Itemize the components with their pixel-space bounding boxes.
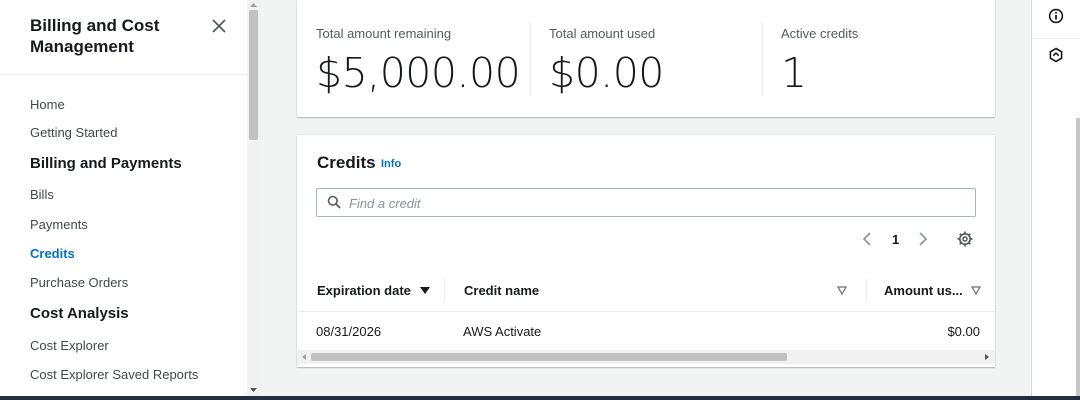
hexagon-icon[interactable]: [1048, 47, 1064, 63]
column-header-label: Credit name: [464, 283, 540, 298]
nav-item-cost-explorer[interactable]: Cost Explorer: [30, 338, 109, 353]
nav-item-bills[interactable]: Bills: [30, 187, 54, 202]
column-header-amount-used[interactable]: Amount us...: [884, 283, 963, 298]
table-horizontal-scrollbar[interactable]: [297, 350, 995, 364]
close-navigation-button[interactable]: [208, 15, 230, 37]
stat-value: $5,000.00: [316, 49, 521, 97]
credit-search-input[interactable]: [347, 192, 951, 214]
credits-table-card: Credits Info 1 Expiration date Credit na…: [297, 135, 995, 367]
column-header-credit-name[interactable]: Credit name: [464, 283, 539, 298]
stat-active-credits: Active credits 1: [781, 26, 858, 97]
nav-item-payments[interactable]: Payments: [30, 217, 88, 232]
scroll-down-arrow-icon[interactable]: [249, 386, 258, 394]
cell-amount-used: $0.00: [947, 324, 980, 339]
sidebar-title: Billing and Cost Management: [30, 16, 160, 56]
footer-bar: [0, 396, 1080, 400]
table-scrollbar-thumb[interactable]: [311, 353, 787, 361]
nav-item-home[interactable]: Home: [30, 97, 65, 112]
stat-value: 1: [781, 49, 807, 97]
column-header-label: Amount us...: [884, 283, 963, 298]
stat-value: $0.00: [549, 49, 664, 97]
table-header-divider: [297, 311, 995, 312]
column-resizer[interactable]: [444, 279, 445, 301]
credits-heading: Credits: [317, 153, 376, 172]
stat-label: Active credits: [781, 26, 859, 41]
close-icon: [212, 19, 226, 33]
sidebar-divider: [0, 74, 247, 75]
scroll-right-arrow-icon[interactable]: [983, 353, 991, 361]
sort-icon[interactable]: [837, 286, 847, 295]
gear-icon[interactable]: [956, 230, 974, 248]
nav-section-billing-and-payments: Billing and Payments: [30, 155, 182, 172]
credit-search-field[interactable]: [316, 188, 976, 217]
sidebar-scrollbar-thumb[interactable]: [249, 10, 258, 140]
column-resizer[interactable]: [866, 279, 867, 301]
chevron-left-icon[interactable]: [860, 231, 874, 247]
sidebar-scrollbar[interactable]: [247, 0, 260, 400]
info-link[interactable]: Info: [381, 158, 401, 170]
sort-descending-icon: [419, 287, 430, 294]
stat-divider: [530, 22, 531, 96]
nav-item-getting-started[interactable]: Getting Started: [30, 125, 117, 140]
nav-section-cost-analysis: Cost Analysis: [30, 305, 129, 322]
cell-expiration-date: 08/31/2026: [316, 324, 382, 339]
chevron-right-icon[interactable]: [916, 231, 930, 247]
utility-divider: [1032, 38, 1080, 39]
sort-icon[interactable]: [971, 286, 981, 295]
scroll-left-arrow-icon[interactable]: [300, 353, 308, 361]
stat-label: Total amount used: [549, 26, 656, 41]
credits-summary-card: Total amount remaining $5,000.00 Total a…: [297, 0, 995, 117]
stat-total-used: Total amount used $0.00: [549, 26, 664, 97]
nav-item-purchase-orders[interactable]: Purchase Orders: [30, 275, 128, 290]
stat-label: Total amount remaining: [316, 26, 452, 41]
column-header-expiration-date[interactable]: Expiration date: [317, 283, 430, 298]
utility-scrollbar[interactable]: [1076, 118, 1080, 398]
column-header-label: Expiration date: [317, 283, 411, 298]
cell-credit-name: AWS Activate: [463, 324, 542, 339]
info-icon[interactable]: [1048, 8, 1064, 24]
search-icon: [327, 195, 341, 209]
nav-item-cost-explorer-saved-reports[interactable]: Cost Explorer Saved Reports: [30, 367, 198, 382]
side-navigation: Billing and Cost Management Home Getting…: [0, 0, 248, 400]
stat-divider: [762, 22, 763, 96]
redaction: [545, 315, 835, 351]
nav-item-credits[interactable]: Credits: [30, 246, 75, 261]
page-number-button[interactable]: 1: [892, 232, 899, 247]
scroll-up-arrow-icon[interactable]: [249, 1, 258, 9]
stat-total-remaining: Total amount remaining $5,000.00: [316, 26, 521, 97]
utility-panel-bar: [1031, 0, 1080, 400]
